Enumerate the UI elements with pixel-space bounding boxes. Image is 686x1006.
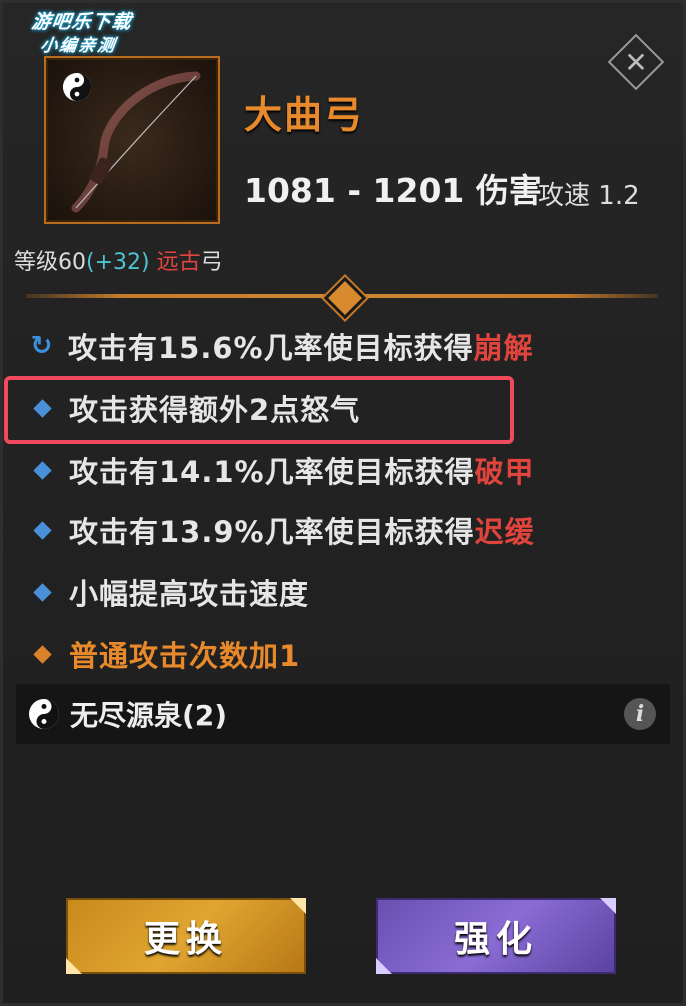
upgrade-label: 强化 [453,919,538,960]
affix-effect: 破甲 [474,455,535,489]
set-name: 无尽源泉(2) [70,699,228,732]
blue-diamond-icon [33,582,52,602]
close-button[interactable]: ✕ [607,33,665,91]
affix-effect: 迟缓 [474,515,535,549]
set-bonus-row[interactable]: 无尽源泉(2) i [16,684,670,744]
corner-accent [66,958,82,974]
affix-text: 攻击有15.6%几率使目标获得 [68,331,474,365]
yin-yang-icon [29,699,59,729]
info-icon[interactable]: i [624,698,656,730]
affix-text: 小幅提高攻击速度 [69,577,310,611]
rarity-label: 远古 [156,250,201,275]
affix-text: 攻击有13.9%几率使目标获得 [69,515,475,549]
corner-accent [600,898,616,914]
affix-text: 攻击有14.1%几率使目标获得 [69,455,475,489]
divider-gem [323,276,367,320]
affix-effect: 崩解 [473,331,534,365]
damage-range: 1081 - 1201 伤害 [244,171,542,210]
refresh-icon: ↻ [30,331,54,361]
yin-yang-icon [62,72,92,102]
upgrade-button[interactable]: 强化 [376,898,616,974]
corner-accent [376,958,392,974]
level-bonus: (+32) [86,250,150,275]
replace-label: 更换 [143,919,228,960]
affix-text: 普通攻击次数加1 [69,639,301,673]
attack-speed-value: 1.2 [598,181,640,211]
blue-diamond-icon [33,520,52,540]
orange-diamond-icon [33,644,52,664]
highlight-box [4,376,514,444]
replace-button[interactable]: 更换 [66,898,306,974]
affix-row: 攻击有13.9%几率使目标获得 迟缓 [30,510,535,550]
corner-accent [290,898,306,914]
blue-diamond-icon [33,460,52,480]
affix-row: 小幅提高攻击速度 [30,572,309,612]
attack-speed: 攻速 1.2 [538,175,640,212]
level-line: 等级60(+32) 远古弓 [14,244,223,276]
item-type: 弓 [200,250,223,275]
level-label: 等级60 [14,250,86,275]
watermark-line2: 小编亲测 [38,36,118,56]
affix-row: 攻击有14.1%几率使目标获得 破甲 [30,450,535,490]
affix-row: 普通攻击次数加1 [30,634,300,674]
item-detail-panel: 游吧乐下载 小编亲测 ✕ 大曲弓 1081 - 1201 伤害 攻速 1.2 等… [0,0,686,1006]
watermark-line1: 游吧乐下载 [30,11,134,33]
watermark: 游吧乐下载 小编亲测 [7,10,154,58]
attack-speed-label: 攻速 [538,181,591,211]
close-icon: ✕ [624,45,648,79]
item-name: 大曲弓 [244,93,365,137]
affix-row: ↻ 攻击有15.6%几率使目标获得 崩解 [30,326,534,366]
